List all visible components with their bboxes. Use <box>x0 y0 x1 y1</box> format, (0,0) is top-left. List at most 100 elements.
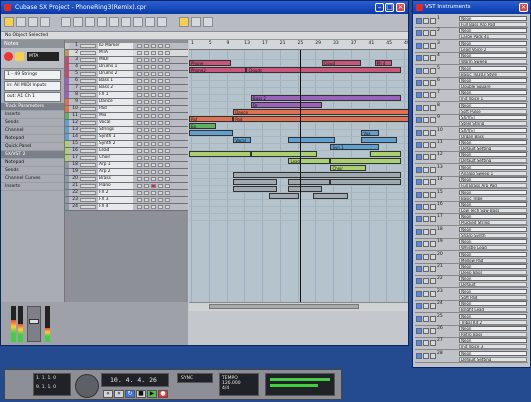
power-button[interactable] <box>416 315 422 322</box>
monitor-button[interactable] <box>158 135 163 139</box>
edit-button[interactable] <box>165 163 170 167</box>
program-name[interactable]: Basic TB303 Style <box>459 71 527 77</box>
bypass-button[interactable] <box>423 266 429 272</box>
record-arm-button[interactable] <box>151 65 156 69</box>
mute-button[interactable] <box>137 128 142 132</box>
track-row[interactable]: 11 Mix <box>65 113 188 120</box>
bypass-button[interactable] <box>423 253 429 260</box>
track-buttons[interactable] <box>80 121 96 125</box>
program-name[interactable]: Bright Lead <box>459 307 527 313</box>
record-arm-button[interactable] <box>151 177 156 181</box>
solo-button[interactable] <box>144 142 149 146</box>
instrument-name[interactable]: Neon <box>459 276 527 282</box>
edit-button[interactable] <box>430 266 436 272</box>
mute-button[interactable] <box>137 44 142 48</box>
range-tool-icon[interactable] <box>73 17 83 27</box>
bypass-button[interactable] <box>423 154 429 161</box>
instrument-field[interactable]: 1 - 49 Strings <box>4 70 61 80</box>
solo-button[interactable] <box>144 86 149 90</box>
edit-button[interactable] <box>430 92 436 99</box>
track-name[interactable]: Strings <box>98 127 133 133</box>
mute-button[interactable] <box>137 156 142 160</box>
track-row[interactable]: 5 Drums 2 <box>65 71 188 78</box>
midi-part[interactable] <box>330 179 402 185</box>
fader-cap[interactable] <box>29 319 39 324</box>
track-buttons[interactable] <box>80 142 96 146</box>
track-buttons[interactable] <box>80 135 96 139</box>
record-arm-button[interactable] <box>151 149 156 153</box>
instrument-name[interactable]: Neon <box>459 313 527 319</box>
quantize-icon[interactable] <box>203 17 213 27</box>
record-arm-button[interactable] <box>151 128 156 132</box>
instrument-name[interactable]: Neon <box>459 53 527 59</box>
mute-button[interactable] <box>137 163 142 167</box>
edit-button[interactable] <box>430 129 436 136</box>
track-buttons[interactable] <box>80 93 96 97</box>
track-row[interactable]: 12 Vocal <box>65 120 188 127</box>
track-buttons[interactable] <box>80 100 96 104</box>
midi-part[interactable]: Paf <box>189 116 234 122</box>
midi-part[interactable] <box>189 130 234 136</box>
monitor-button[interactable] <box>158 191 163 195</box>
power-button[interactable] <box>416 278 422 285</box>
track-row[interactable]: 7 Bass 2 <box>65 85 188 92</box>
mute-button[interactable] <box>137 121 142 125</box>
vst-close-icon[interactable]: × <box>519 3 528 12</box>
instrument-name[interactable]: Neon <box>459 40 527 46</box>
vst-titlebar[interactable]: VST Instruments × <box>413 1 530 14</box>
track-row[interactable]: 4 Drums 1 <box>65 64 188 71</box>
track-name[interactable]: Pad <box>98 106 133 112</box>
mute-button[interactable] <box>137 149 142 153</box>
inspector-section[interactable]: Channel Curves <box>1 175 64 183</box>
track-row[interactable]: 1 ID Marker <box>65 43 188 50</box>
timeline-ruler[interactable]: 1 5 9 13 17 21 25 29 33 37 41 45 49 <box>189 40 408 50</box>
program-name[interactable]: Lead Voice 2 <box>459 46 527 52</box>
instrument-name[interactable]: Neon <box>459 102 527 108</box>
edit-button[interactable] <box>430 303 436 310</box>
rec-mode-icon[interactable] <box>16 17 26 27</box>
record-arm-button[interactable] <box>151 51 156 55</box>
inspector-section[interactable]: Inserts <box>1 111 64 119</box>
midi-part[interactable]: Lead <box>288 158 331 164</box>
track-name[interactable]: Arp 1 <box>98 162 133 168</box>
mute-button[interactable] <box>137 184 142 188</box>
track-buttons[interactable] <box>80 114 96 118</box>
program-name[interactable]: Soft Pulse <box>459 108 527 114</box>
monitor-button[interactable] <box>158 86 163 90</box>
power-button[interactable] <box>416 303 422 310</box>
edit-button[interactable] <box>430 278 436 285</box>
draw-tool-icon[interactable] <box>145 17 155 27</box>
record-button[interactable]: ● <box>158 390 168 398</box>
mute-button[interactable] <box>137 114 142 118</box>
track-row[interactable]: 10 Pad <box>65 106 188 113</box>
solo-button[interactable] <box>144 51 149 55</box>
inspector-section[interactable]: Notepad <box>1 135 64 143</box>
edit-button[interactable] <box>430 216 436 223</box>
power-button[interactable] <box>416 340 422 347</box>
edit-button[interactable] <box>165 170 170 174</box>
bypass-button[interactable] <box>423 228 429 235</box>
track-buttons[interactable] <box>80 44 96 48</box>
record-arm-button[interactable] <box>151 135 156 139</box>
edit-button[interactable] <box>165 44 170 48</box>
monitor-button[interactable] <box>158 65 163 69</box>
program-name[interactable]: Full Brass Arp Pad <box>459 183 527 189</box>
output-routing-field[interactable]: out: A1 Ch 1 <box>4 92 61 102</box>
edit-button[interactable] <box>430 352 436 359</box>
bypass-button[interactable] <box>423 315 429 322</box>
monitor-icon[interactable] <box>15 52 24 61</box>
track-buttons[interactable] <box>80 149 96 153</box>
track-buttons[interactable] <box>80 198 96 202</box>
mute-button[interactable] <box>137 93 142 97</box>
track-buttons[interactable] <box>80 65 96 69</box>
edit-button[interactable] <box>165 135 170 139</box>
scrollbar-thumb[interactable] <box>209 304 359 309</box>
bypass-button[interactable] <box>423 191 429 198</box>
edit-button[interactable] <box>430 191 436 198</box>
track-buttons[interactable] <box>80 79 96 83</box>
midi-part[interactable]: Vocal <box>233 137 251 143</box>
play-tool-icon[interactable] <box>157 17 167 27</box>
midi-part[interactable]: Cloud <box>321 60 362 66</box>
midi-part[interactable]: Bass 2 <box>250 95 402 101</box>
track-buttons[interactable] <box>80 86 96 90</box>
